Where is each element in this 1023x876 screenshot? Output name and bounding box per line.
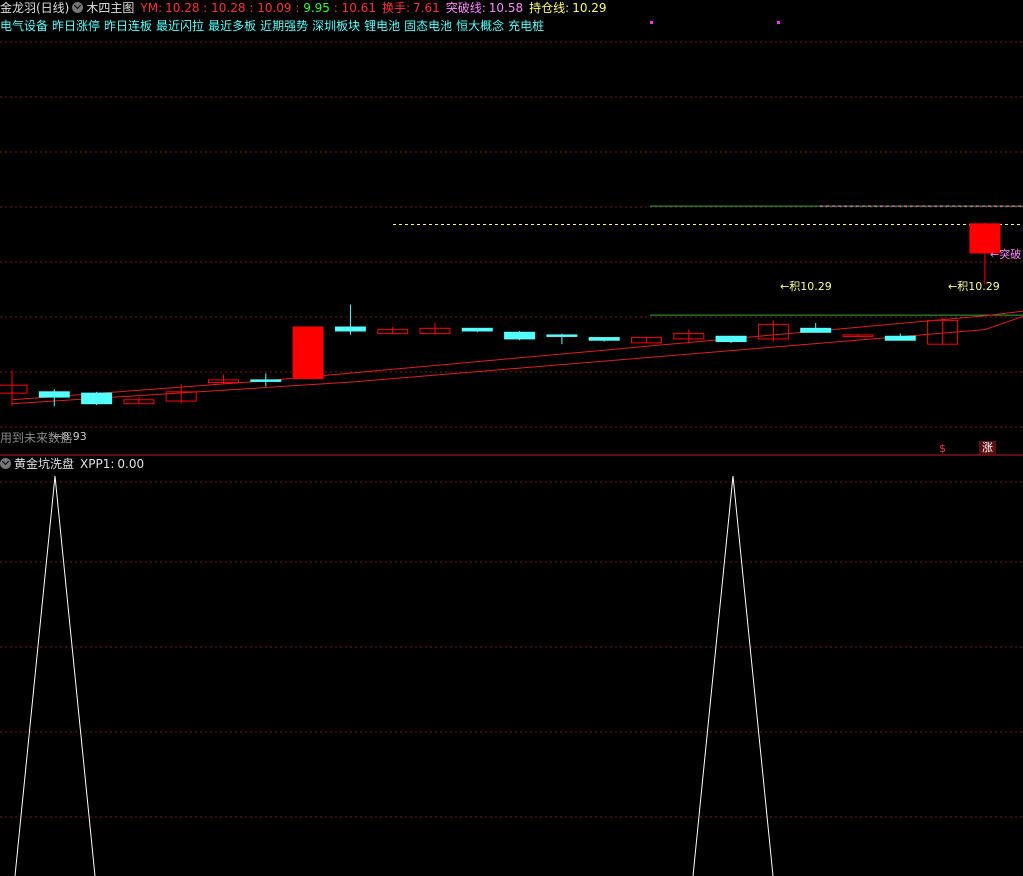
chevron-down-icon[interactable] xyxy=(0,458,11,469)
candle-body xyxy=(588,337,620,341)
kline-chart[interactable]: ←积10.29 ←积10.29 ←突破 ←8.93 xyxy=(0,0,1023,876)
zhang-badge[interactable]: 涨 xyxy=(979,441,996,454)
candle-body xyxy=(38,391,70,398)
xpp1-label: XPP1: xyxy=(80,457,115,471)
candlesticks[interactable] xyxy=(0,222,1001,407)
ym-value-1: 10.28 xyxy=(165,1,200,15)
concept-tag[interactable]: 锂电池 xyxy=(364,19,400,33)
concept-tags: 电气设备 昨日涨停 昨日连板 最近闪拉 最近多板 近期强势 深圳板块 锂电池 固态电池 恒大概念充… xyxy=(0,18,548,34)
concept-tag[interactable]: 最近多板 xyxy=(208,19,256,33)
candle-body xyxy=(292,326,324,380)
turnover-value: 7.61 xyxy=(413,1,440,15)
ym-value-4: 9.95 xyxy=(303,1,330,15)
candle-body xyxy=(334,326,366,332)
sub-indicator-name[interactable]: 黄金坑洗盘 xyxy=(14,457,74,471)
future-data-warning: 用到未来数据 xyxy=(0,431,73,445)
grid-lines xyxy=(0,41,1023,818)
moving-averages xyxy=(11,310,1023,405)
concept-tag[interactable]: 近期强势 xyxy=(260,19,308,33)
candle-body xyxy=(546,334,578,337)
xpp1-spike xyxy=(14,475,96,876)
hold-line-label: 持仓线: xyxy=(529,1,570,15)
concept-tag[interactable]: 充电桩 xyxy=(508,19,544,33)
ym-value-2: 10.28 xyxy=(211,1,246,15)
ma-line-short xyxy=(11,310,1023,401)
ym-label: YM: xyxy=(140,1,163,15)
candle-body xyxy=(461,327,493,332)
xpp1-line xyxy=(14,475,774,876)
ym-value-5: 10.61 xyxy=(341,1,376,15)
magenta-dot-1 xyxy=(650,21,653,24)
concept-tag[interactable]: 昨日连板 xyxy=(104,19,152,33)
candle-body xyxy=(884,335,916,341)
chevron-down-icon[interactable] xyxy=(72,2,84,13)
candle-body xyxy=(800,327,832,333)
candle-body xyxy=(250,379,282,382)
stock-name[interactable]: 金龙羽(日线) xyxy=(0,1,69,15)
concept-tag[interactable]: 固态电池 xyxy=(404,19,452,33)
dollar-badge[interactable]: $ xyxy=(939,442,946,455)
concept-tag[interactable]: 昨日涨停 xyxy=(52,19,100,33)
ma-line-long xyxy=(11,315,1023,405)
concept-tag[interactable]: 恒大概念 xyxy=(456,19,504,33)
header-row: 金龙羽(日线) 木四主图 YM: 10.28 : 10.28 : 10.09 : 9.… xyxy=(0,1,607,15)
xpp1-value: 0.00 xyxy=(117,457,145,471)
concept-tag[interactable]: 深圳板块 xyxy=(312,19,360,33)
hold-line-value: 10.29 xyxy=(572,1,607,15)
xpp1-spike xyxy=(692,475,774,876)
turnover-label: 换手: xyxy=(381,1,411,15)
breakout-line-value: 10.58 xyxy=(488,1,524,15)
magenta-dot-2 xyxy=(777,21,780,24)
candle-body xyxy=(715,335,747,343)
concept-tag[interactable]: 最近闪拉 xyxy=(156,19,204,33)
hold-label-2: ←积10.29 xyxy=(948,280,1000,293)
candle-body xyxy=(81,392,113,405)
candle-body xyxy=(504,331,536,340)
level-lines xyxy=(393,205,1023,316)
price-annotations: ←积10.29 ←积10.29 ←突破 ←8.93 xyxy=(53,247,1021,443)
breakout-line-label: 突破线: xyxy=(445,1,486,15)
hold-label-1: ←积10.29 xyxy=(780,280,832,293)
sub-indicator-header: 黄金坑洗盘 XPP1: 0.00 xyxy=(0,456,144,472)
ym-value-3: 10.09 xyxy=(257,1,292,15)
concept-tag[interactable]: 电气设备 xyxy=(0,19,48,33)
breakout-label: ←突破 xyxy=(990,247,1021,261)
main-indicator-name[interactable]: 木四主图 xyxy=(86,1,134,15)
candle-body xyxy=(0,384,28,394)
